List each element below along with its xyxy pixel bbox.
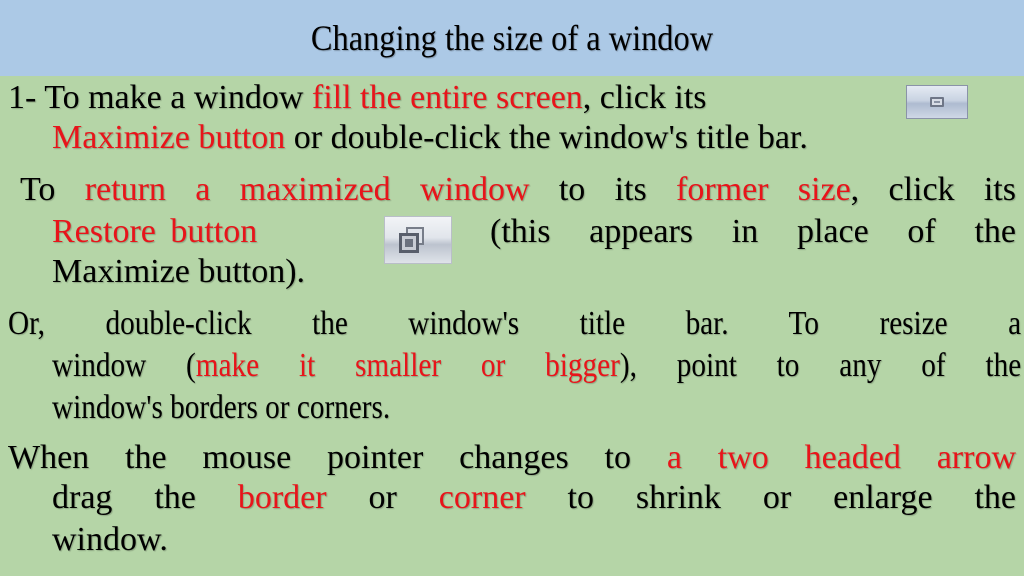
highlighted-text: Maximize button bbox=[52, 119, 286, 156]
slide-header: Changing the size of a window bbox=[0, 0, 1024, 76]
text-line: (this appears in place of the bbox=[490, 212, 1016, 252]
body-text: to its bbox=[529, 171, 676, 208]
highlighted-text: make it smaller or bigger bbox=[195, 347, 620, 384]
body-text: window. bbox=[52, 521, 168, 558]
text-line: window's borders or corners. bbox=[52, 388, 390, 428]
body-text: When the mouse pointer changes to bbox=[8, 439, 667, 476]
highlighted-text: corner bbox=[438, 479, 526, 516]
highlighted-text: border bbox=[237, 479, 327, 516]
body-text: window ( bbox=[52, 347, 196, 384]
highlighted-text: a two headed arrow bbox=[666, 439, 1016, 476]
body-text: Or, double-click the window's title bar.… bbox=[8, 305, 1022, 342]
text-line: Or, double-click the window's title bar.… bbox=[8, 304, 1021, 344]
highlighted-text: Restore button bbox=[52, 213, 258, 250]
text-line: Maximize button). bbox=[52, 252, 305, 292]
highlighted-text: return a maximized window bbox=[84, 171, 530, 208]
text-line: 1- To make a window fill the entire scre… bbox=[8, 78, 707, 118]
slide-title: Changing the size of a window bbox=[310, 18, 714, 58]
body-text: Maximize button). bbox=[52, 253, 306, 290]
text-line: Maximize button or double-click the wind… bbox=[52, 118, 808, 158]
body-text: window's borders or corners. bbox=[52, 389, 391, 426]
text-line: When the mouse pointer changes to a two … bbox=[8, 438, 1016, 478]
maximize-button-icon bbox=[906, 85, 968, 119]
body-text: , click its bbox=[850, 171, 1016, 208]
body-text: 1- To make a window bbox=[8, 79, 312, 116]
text-line: To return a maximized window to its form… bbox=[20, 170, 1016, 210]
body-text: to shrink or enlarge the bbox=[525, 479, 1017, 516]
body-text: or bbox=[326, 479, 439, 516]
body-text: or double-click the window's title bar. bbox=[285, 119, 808, 156]
text-line: Restore button bbox=[52, 212, 257, 252]
body-text: drag the bbox=[52, 479, 238, 516]
text-line: window (make it smaller or bigger), poin… bbox=[52, 346, 1021, 386]
highlighted-text: former size bbox=[676, 171, 851, 208]
body-text: ), point to any of the bbox=[619, 347, 1022, 384]
body-text: To bbox=[20, 171, 85, 208]
restore-button-icon bbox=[384, 216, 452, 264]
text-line: drag the border or corner to shrink or e… bbox=[52, 478, 1016, 518]
highlighted-text: fill the entire screen bbox=[311, 79, 583, 116]
body-text: , click its bbox=[582, 79, 707, 116]
text-line: window. bbox=[52, 520, 168, 560]
body-text: (this appears in place of the bbox=[490, 213, 1016, 250]
